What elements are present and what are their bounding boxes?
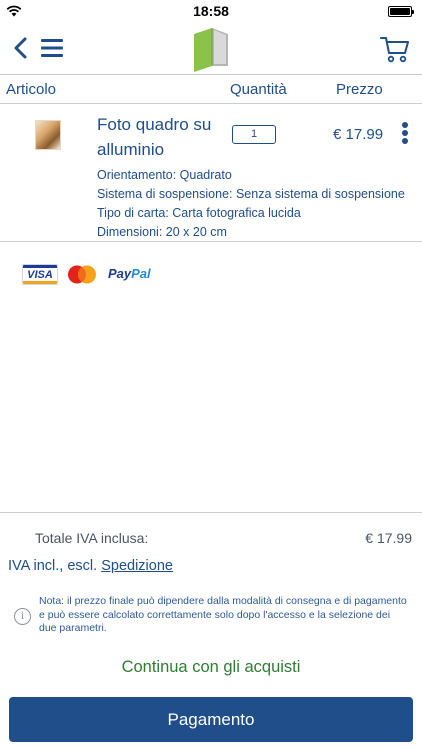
note-text: Nota: il prezzo finale può dipendere dal…	[39, 595, 407, 634]
vat-text: IVA incl., escl.	[8, 558, 98, 574]
totals-divider	[0, 512, 422, 513]
attribute-hanging-system: Sistema di sospensione: Senza sistema di…	[97, 187, 405, 201]
shipping-link[interactable]: Spedizione	[101, 558, 173, 574]
cart-table-header: Articolo Quantità Prezzo	[0, 76, 422, 104]
product-attributes: Orientamento: Quadrato Sistema di sospen…	[97, 166, 405, 242]
more-options-icon[interactable]	[402, 122, 408, 144]
paypal-logo: PayPal	[108, 266, 151, 281]
status-time: 18:58	[193, 3, 229, 19]
attribute-paper-type: Tipo di carta: Carta fotografica lucida	[97, 206, 301, 220]
column-header-quantity: Quantità	[230, 81, 287, 98]
product-thumbnail[interactable]	[35, 120, 61, 150]
item-price: € 17.99	[333, 126, 384, 143]
product-name[interactable]: Foto quadro su alluminio	[97, 112, 227, 162]
mastercard-logo	[68, 265, 96, 284]
checkout-button[interactable]: Pagamento	[9, 697, 413, 742]
quantity-input[interactable]: 1	[232, 125, 276, 144]
total-value: € 17.99	[365, 530, 412, 546]
vat-info: IVA incl., escl. Spedizione	[8, 558, 173, 574]
column-header-price: Prezzo	[336, 81, 383, 98]
shopping-cart-icon[interactable]	[380, 34, 410, 64]
attribute-orientation: Orientamento: Quadrato	[97, 168, 232, 182]
column-header-article: Articolo	[6, 81, 57, 98]
cart-item-row: Foto quadro su alluminio 1 € 17.99 Orien…	[0, 104, 422, 242]
payment-methods: VISA PayPal	[22, 262, 222, 286]
open-book-logo[interactable]	[190, 26, 234, 72]
battery-icon	[388, 6, 414, 17]
status-bar: 18:58	[0, 0, 422, 22]
info-icon: i	[14, 608, 31, 625]
hamburger-menu-icon[interactable]	[40, 38, 64, 58]
visa-logo: VISA	[22, 264, 58, 285]
nav-bar	[0, 22, 422, 75]
total-label: Totale IVA inclusa:	[35, 530, 149, 546]
attribute-dimensions: Dimensioni: 20 x 20 cm	[97, 225, 227, 239]
continue-shopping-link[interactable]: Continua con gli acquisti	[0, 658, 422, 677]
chevron-left-icon[interactable]	[12, 37, 28, 59]
